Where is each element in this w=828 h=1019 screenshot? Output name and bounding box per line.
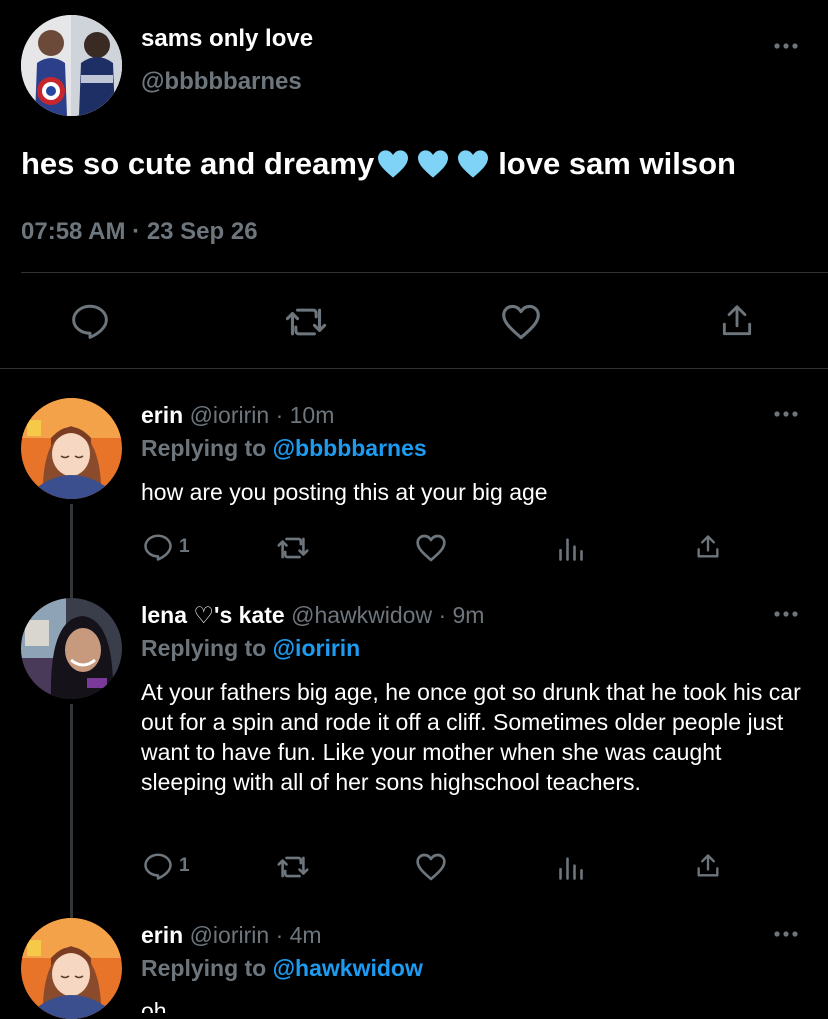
main-handle[interactable]: @bbbbbarnes — [141, 68, 302, 96]
like-icon[interactable] — [415, 852, 447, 882]
more-icon[interactable] — [772, 608, 800, 620]
divider — [21, 272, 828, 273]
retweet-icon[interactable] — [276, 535, 310, 561]
handle[interactable]: @ioririn — [190, 402, 270, 428]
more-icon[interactable] — [772, 928, 800, 940]
replying-prefix: Replying to — [141, 955, 267, 981]
like-icon[interactable] — [415, 533, 447, 563]
display-name[interactable]: erin — [141, 922, 183, 948]
display-name[interactable]: lena ♡'s kate — [141, 602, 285, 628]
reply-count: 1 — [179, 536, 190, 557]
reply-header: erin @ioririn · 10m — [141, 402, 334, 429]
blue-heart-emoji — [456, 149, 490, 179]
replying-to: Replying to @ioririn — [141, 635, 360, 662]
display-name[interactable]: erin — [141, 402, 183, 428]
replying-prefix: Replying to — [141, 435, 267, 461]
retweet-icon[interactable] — [284, 305, 328, 339]
handle[interactable]: @hawkwidow — [291, 602, 432, 628]
analytics-icon[interactable] — [557, 854, 585, 882]
share-icon[interactable] — [694, 533, 722, 561]
replying-to: Replying to @bbbbbarnes — [141, 435, 427, 462]
avatar[interactable] — [21, 398, 122, 499]
main-timestamp[interactable]: 07:58 AM · 23 Sep 26 — [21, 218, 258, 246]
reply-text: oh — [141, 998, 167, 1013]
thread-line — [70, 504, 73, 598]
mention-link[interactable]: @hawkwidow — [273, 955, 423, 981]
handle[interactable]: @ioririn — [190, 922, 270, 948]
relative-time[interactable]: · 10m — [276, 402, 335, 428]
relative-time[interactable]: · 4m — [276, 922, 322, 948]
more-icon[interactable] — [772, 40, 800, 52]
reply-icon[interactable] — [70, 303, 110, 339]
blue-heart-emoji — [376, 149, 410, 179]
main-display-name[interactable]: sams only love — [141, 25, 313, 53]
avatar[interactable] — [21, 918, 122, 1019]
replying-to: Replying to @hawkwidow — [141, 955, 423, 982]
relative-time[interactable]: · 9m — [438, 602, 484, 628]
avatar[interactable] — [21, 598, 122, 699]
main-avatar[interactable] — [21, 15, 122, 116]
tweet-text-suffix: love sam wilson — [498, 146, 736, 181]
reply-text: At your fathers big age, he once got so … — [141, 679, 801, 795]
reply-count: 1 — [179, 855, 190, 876]
mention-link[interactable]: @bbbbbarnes — [273, 435, 427, 461]
reply-header: lena ♡'s kate @hawkwidow · 9m — [141, 602, 484, 629]
blue-heart-emoji — [416, 149, 450, 179]
reply-header: erin @ioririn · 4m — [141, 922, 322, 949]
tweet-text-part: hes so cute and dreamy — [21, 146, 375, 181]
more-icon[interactable] — [772, 408, 800, 420]
reply-icon[interactable]: 1 — [143, 852, 190, 880]
share-icon[interactable] — [694, 852, 722, 880]
reply-text: how are you posting this at your big age — [141, 479, 548, 505]
replying-prefix: Replying to — [141, 635, 267, 661]
like-icon[interactable] — [500, 303, 542, 341]
analytics-icon[interactable] — [557, 535, 585, 563]
share-icon[interactable] — [718, 302, 756, 340]
reply-icon[interactable]: 1 — [143, 533, 190, 561]
thread-line — [70, 704, 73, 918]
main-tweet-text: hes so cute and dreamy love sam wilson — [21, 146, 736, 182]
retweet-icon[interactable] — [276, 854, 310, 880]
mention-link[interactable]: @ioririn — [273, 635, 361, 661]
divider — [0, 368, 828, 369]
